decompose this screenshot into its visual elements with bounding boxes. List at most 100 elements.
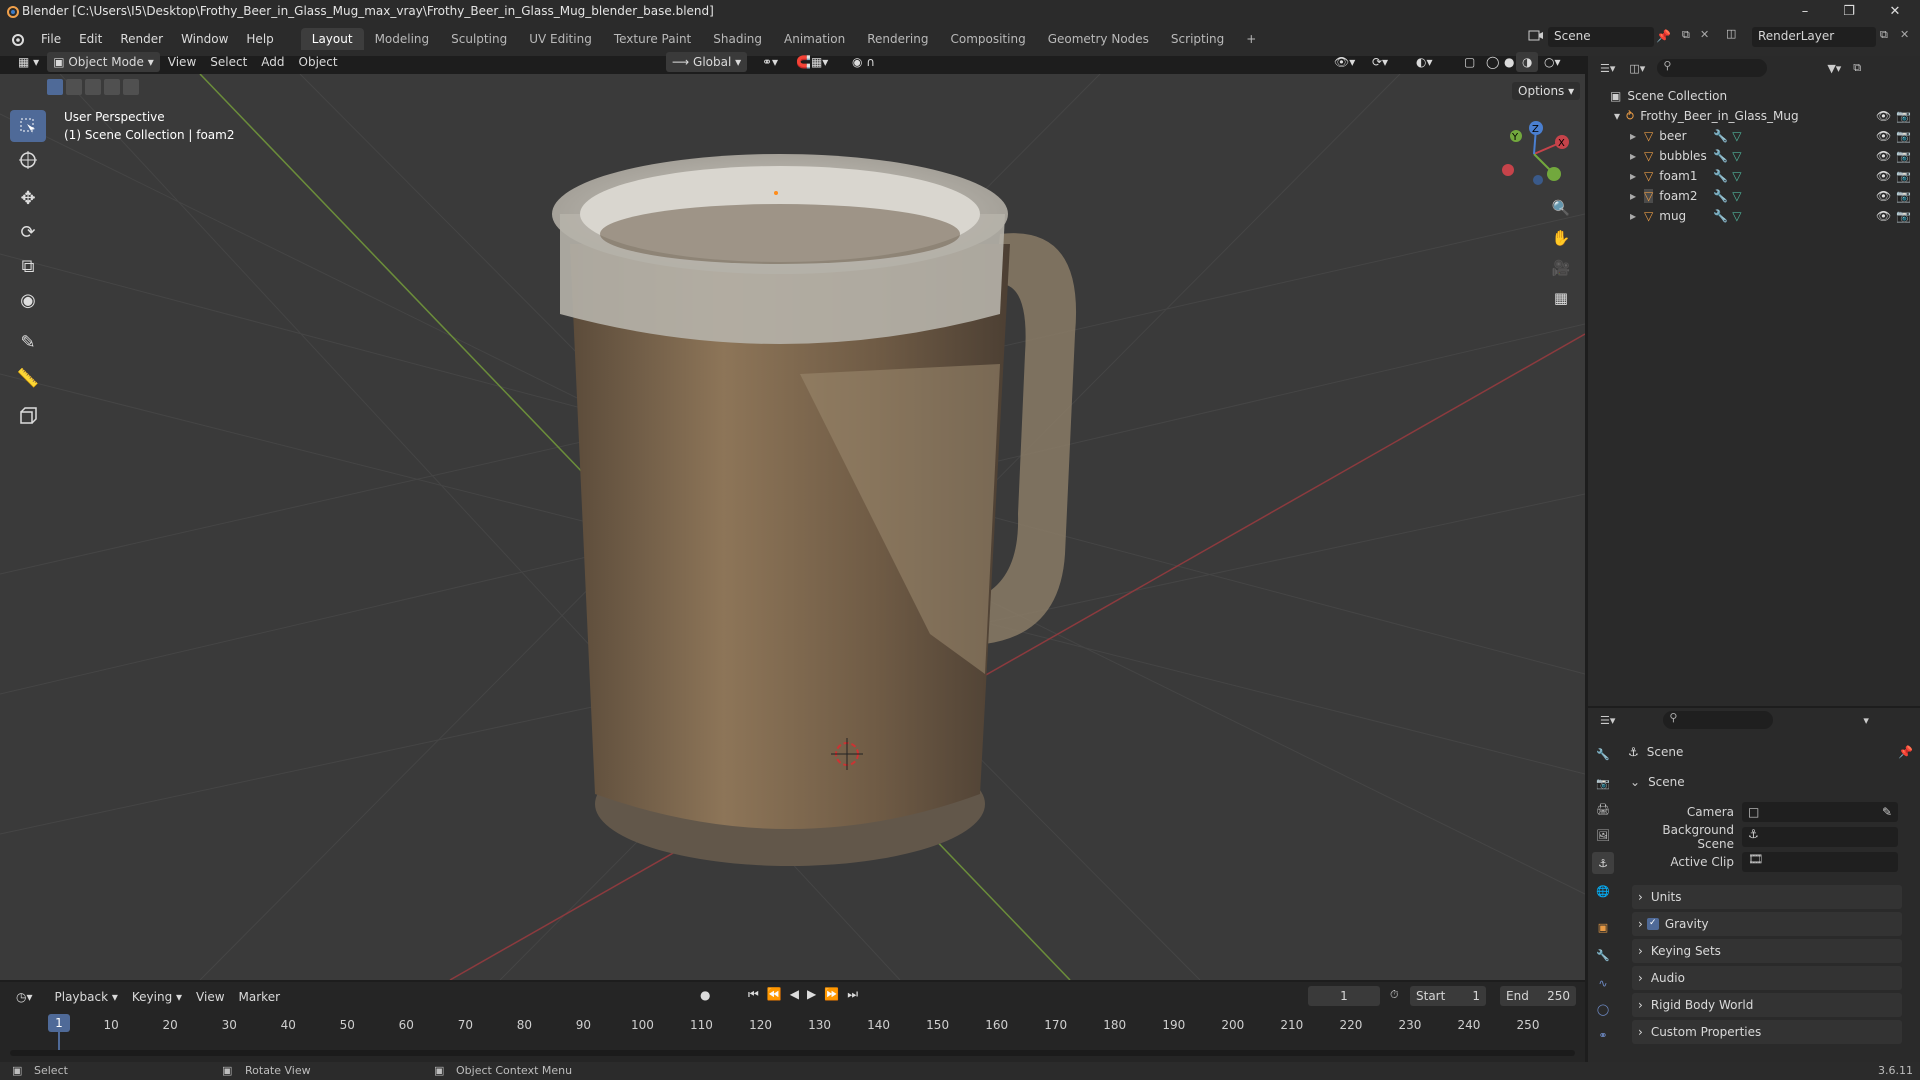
close-button[interactable]: ✕: [1872, 0, 1918, 22]
properties-options-icon[interactable]: ▾: [1863, 714, 1869, 727]
select-new-icon[interactable]: [47, 79, 63, 95]
collapse-arrow-icon[interactable]: ▾: [1614, 109, 1620, 123]
gravity-panel-header[interactable]: › ✓ Gravity: [1632, 912, 1902, 936]
menu-edit[interactable]: Edit: [70, 32, 111, 46]
tab-shading[interactable]: Shading: [702, 28, 773, 50]
delete-view-layer-icon[interactable]: ✕: [1900, 28, 1909, 41]
render-camera-icon[interactable]: 📷: [1896, 129, 1911, 143]
outliner-row-beer[interactable]: ▸ ▽ beer 🔧 ▽ 👁 📷: [1588, 126, 1920, 146]
object-tab-icon[interactable]: ▣: [1592, 916, 1614, 938]
scene-tab-icon[interactable]: ⚓: [1592, 852, 1614, 874]
menu-add[interactable]: Add: [255, 52, 290, 72]
transform-tool[interactable]: ◉: [10, 284, 46, 316]
tab-sculpting[interactable]: Sculpting: [440, 28, 518, 50]
camera-view-icon[interactable]: 🎥: [1547, 254, 1575, 282]
render-camera-icon[interactable]: 📷: [1896, 189, 1911, 203]
tab-scripting[interactable]: Scripting: [1160, 28, 1235, 50]
physics-tab-icon[interactable]: ◯: [1592, 998, 1614, 1020]
navigation-gizmo[interactable]: X Z Y: [1494, 114, 1574, 194]
scene-browse-icon[interactable]: [1526, 27, 1544, 45]
select-intersect-icon[interactable]: [123, 79, 139, 95]
visibility-icon[interactable]: 👁▾: [1328, 52, 1361, 72]
menu-render[interactable]: Render: [111, 32, 172, 46]
expand-arrow-icon[interactable]: ▸: [1630, 209, 1636, 223]
tab-animation[interactable]: Animation: [773, 28, 856, 50]
overlay-toggle-icon[interactable]: ◐▾: [1410, 52, 1439, 72]
background-scene-field[interactable]: ⚓: [1742, 827, 1898, 847]
tab-geometry-nodes[interactable]: Geometry Nodes: [1037, 28, 1160, 50]
world-tab-icon[interactable]: 🌐: [1592, 880, 1614, 902]
scale-tool[interactable]: ⧉: [10, 250, 46, 282]
visibility-eye-icon[interactable]: 👁: [1876, 209, 1891, 223]
units-panel-header[interactable]: › Units: [1632, 885, 1902, 909]
tab-texture-paint[interactable]: Texture Paint: [603, 28, 702, 50]
outliner-row-collection[interactable]: ▾ ⥁ Frothy_Beer_in_Glass_Mug 👁 📷: [1588, 106, 1920, 126]
minimize-button[interactable]: –: [1782, 0, 1828, 22]
outliner-row-foam1[interactable]: ▸ ▽ foam1 🔧 ▽ 👁 📷: [1588, 166, 1920, 186]
visibility-eye-icon[interactable]: 👁: [1876, 189, 1891, 203]
frame-ruler[interactable]: 10 20 30 40 50 60 70 80 90 100 110 120 130 140 150 160 1…: [0, 982, 1585, 1042]
render-camera-icon[interactable]: 📷: [1896, 109, 1911, 123]
select-subtract-icon[interactable]: [85, 79, 101, 95]
mode-dropdown[interactable]: ▣ Object Mode ▾: [47, 52, 160, 72]
orientation-dropdown[interactable]: ⟶ Global ▾: [666, 52, 748, 72]
measure-tool[interactable]: 📏: [10, 362, 46, 394]
render-tab-icon[interactable]: 📷: [1592, 772, 1614, 794]
particles-tab-icon[interactable]: ∿: [1592, 972, 1614, 994]
new-scene-icon[interactable]: ⧉: [1682, 28, 1690, 42]
rendered-shading-icon[interactable]: ○▾: [1538, 52, 1567, 72]
active-clip-field[interactable]: 🎞: [1742, 852, 1898, 872]
properties-editor-type-icon[interactable]: ☰▾: [1600, 714, 1615, 727]
gravity-checkbox[interactable]: ✓: [1646, 918, 1659, 930]
rigid-body-world-panel-header[interactable]: › Rigid Body World: [1632, 993, 1902, 1017]
perspective-toggle-icon[interactable]: ▦: [1547, 284, 1575, 312]
tab-uv-editing[interactable]: UV Editing: [518, 28, 603, 50]
cursor-tool[interactable]: [10, 144, 46, 176]
gizmo-toggle-icon[interactable]: ⟳▾: [1366, 52, 1394, 72]
outliner-row-foam2[interactable]: ▸ ▽ foam2 🔧 ▽ 👁 📷: [1588, 186, 1920, 206]
view-layer-tab-icon[interactable]: 🖼: [1592, 824, 1614, 846]
outliner-row-bubbles[interactable]: ▸ ▽ bubbles 🔧 ▽ 👁 📷: [1588, 146, 1920, 166]
menu-help[interactable]: Help: [237, 32, 282, 46]
visibility-eye-icon[interactable]: 👁: [1876, 169, 1891, 183]
constraints-tab-icon[interactable]: ⚭: [1592, 1024, 1614, 1046]
select-box-tool[interactable]: [10, 110, 46, 142]
pin-icon[interactable]: 📌: [1898, 745, 1913, 759]
view-layer-field[interactable]: RenderLayer: [1752, 27, 1876, 47]
expand-arrow-icon[interactable]: ▸: [1630, 149, 1636, 163]
select-invert-icon[interactable]: [104, 79, 120, 95]
eyedropper-icon[interactable]: ✎: [1882, 805, 1892, 819]
audio-panel-header[interactable]: › Audio: [1632, 966, 1902, 990]
outliner-row-scene-collection[interactable]: ▣ Scene Collection: [1588, 86, 1920, 106]
outliner-editor-type-icon[interactable]: ☰▾: [1600, 62, 1615, 75]
menu-window[interactable]: Window: [172, 32, 237, 46]
render-camera-icon[interactable]: 📷: [1896, 169, 1911, 183]
menu-file[interactable]: File: [32, 32, 70, 46]
pivot-icon[interactable]: ⚭▾: [756, 52, 784, 72]
tool-tab-icon[interactable]: 🔧: [1592, 743, 1614, 765]
add-workspace-button[interactable]: +: [1235, 28, 1267, 50]
menu-select[interactable]: Select: [204, 52, 253, 72]
proportional-edit-icon[interactable]: ◉ ∩: [846, 52, 881, 72]
scene-name-field[interactable]: Scene: [1548, 27, 1654, 47]
pin-scene-icon[interactable]: 📌: [1656, 29, 1671, 43]
outliner-row-mug[interactable]: ▸ ▽ mug 🔧 ▽ 👁 📷: [1588, 206, 1920, 226]
camera-field[interactable]: □ ✎: [1742, 802, 1898, 822]
beer-mug-object[interactable]: [552, 154, 1077, 866]
delete-scene-icon[interactable]: ✕: [1700, 28, 1709, 41]
new-collection-icon[interactable]: ⧉: [1853, 61, 1861, 75]
timeline-scrollbar[interactable]: [10, 1050, 1575, 1056]
visibility-eye-icon[interactable]: 👁: [1876, 149, 1891, 163]
view-layer-icon[interactable]: ◫: [1726, 27, 1736, 40]
snap-icon[interactable]: 🧲▦▾: [790, 52, 834, 72]
tab-rendering[interactable]: Rendering: [856, 28, 939, 50]
move-tool[interactable]: ✥: [10, 182, 46, 214]
rotate-tool[interactable]: ⟳: [10, 216, 46, 248]
render-camera-icon[interactable]: 📷: [1896, 149, 1911, 163]
annotate-tool[interactable]: ✎: [10, 326, 46, 358]
filter-icon[interactable]: ▼▾: [1827, 62, 1841, 75]
tab-compositing[interactable]: Compositing: [939, 28, 1036, 50]
visibility-eye-icon[interactable]: 👁: [1876, 129, 1891, 143]
render-camera-icon[interactable]: 📷: [1896, 209, 1911, 223]
xray-icon[interactable]: ▢: [1458, 52, 1481, 72]
